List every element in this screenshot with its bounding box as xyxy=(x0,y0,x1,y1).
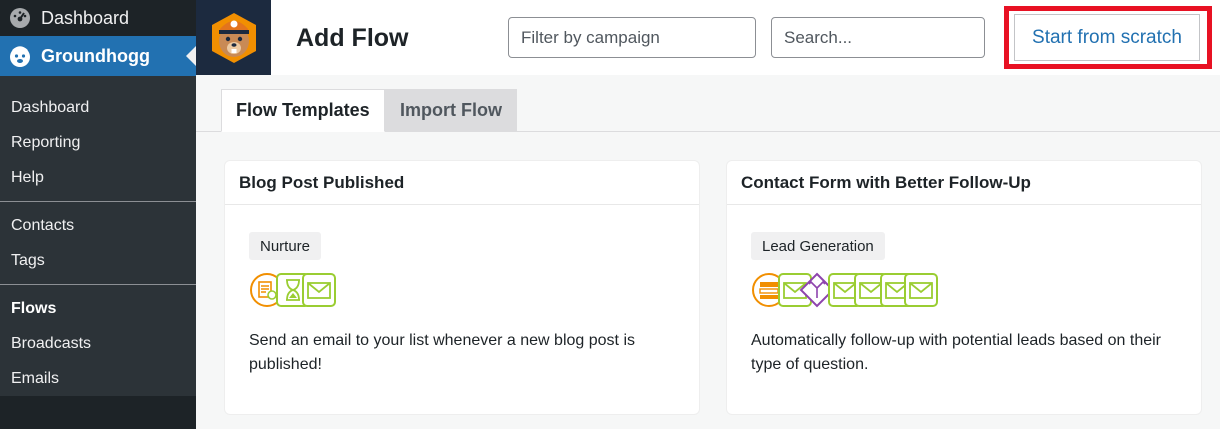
page-header: Add Flow Start from scratch xyxy=(196,0,1220,75)
tab-import-flow[interactable]: Import Flow xyxy=(385,89,517,132)
send-email-icon xyxy=(904,273,938,307)
sidebar-item-label: Dashboard xyxy=(41,7,130,28)
search-input[interactable] xyxy=(771,17,985,58)
groundhogg-mascot-logo xyxy=(196,0,271,75)
template-card-contact-form[interactable]: Contact Form with Better Follow-Up Lead … xyxy=(726,160,1202,415)
template-card-title: Blog Post Published xyxy=(225,161,699,205)
template-tag-badge: Lead Generation xyxy=(751,232,885,260)
send-email-icon xyxy=(302,273,336,307)
template-description: Send an email to your list whenever a ne… xyxy=(249,332,635,373)
start-from-scratch-button[interactable]: Start from scratch xyxy=(1014,14,1200,61)
tab-flow-templates[interactable]: Flow Templates xyxy=(221,89,385,132)
template-tag-badge: Nurture xyxy=(249,232,322,260)
template-description: Automatically follow-up with potential l… xyxy=(751,332,1162,373)
dashboard-gauge-icon xyxy=(8,6,32,30)
sidebar-item-dashboard[interactable]: Dashboard xyxy=(0,0,196,36)
template-card-title: Contact Form with Better Follow-Up xyxy=(727,161,1201,205)
campaign-filter-input[interactable] xyxy=(508,17,756,58)
groundhogg-submenu: Dashboard Reporting Help Contacts Tags F… xyxy=(0,76,196,396)
submenu-item-tags[interactable]: Tags xyxy=(0,243,196,278)
templates-grid: Blog Post Published Nurture Send an emai… xyxy=(196,132,1220,429)
submenu-item-help[interactable]: Help xyxy=(0,160,196,195)
submenu-item-broadcasts[interactable]: Broadcasts xyxy=(0,326,196,361)
sidebar-item-label: Groundhogg xyxy=(41,45,150,66)
sidebar-item-groundhogg[interactable]: Groundhogg xyxy=(0,36,196,76)
submenu-item-reporting[interactable]: Reporting xyxy=(0,125,196,160)
admin-sidebar: Dashboard Groundhogg Dashboard Reporting… xyxy=(0,0,196,429)
template-card-blog-post[interactable]: Blog Post Published Nurture Send an emai… xyxy=(224,160,700,415)
submenu-item-emails[interactable]: Emails xyxy=(0,361,196,396)
page-title: Add Flow xyxy=(296,24,409,52)
submenu-divider xyxy=(0,284,196,285)
submenu-item-contacts[interactable]: Contacts xyxy=(0,208,196,243)
flow-tabs: Flow Templates Import Flow xyxy=(196,75,1220,132)
submenu-item-flows[interactable]: Flows xyxy=(0,291,196,326)
groundhogg-logo-icon xyxy=(8,44,32,68)
submenu-item-dashboard[interactable]: Dashboard xyxy=(0,90,196,125)
submenu-divider xyxy=(0,201,196,202)
